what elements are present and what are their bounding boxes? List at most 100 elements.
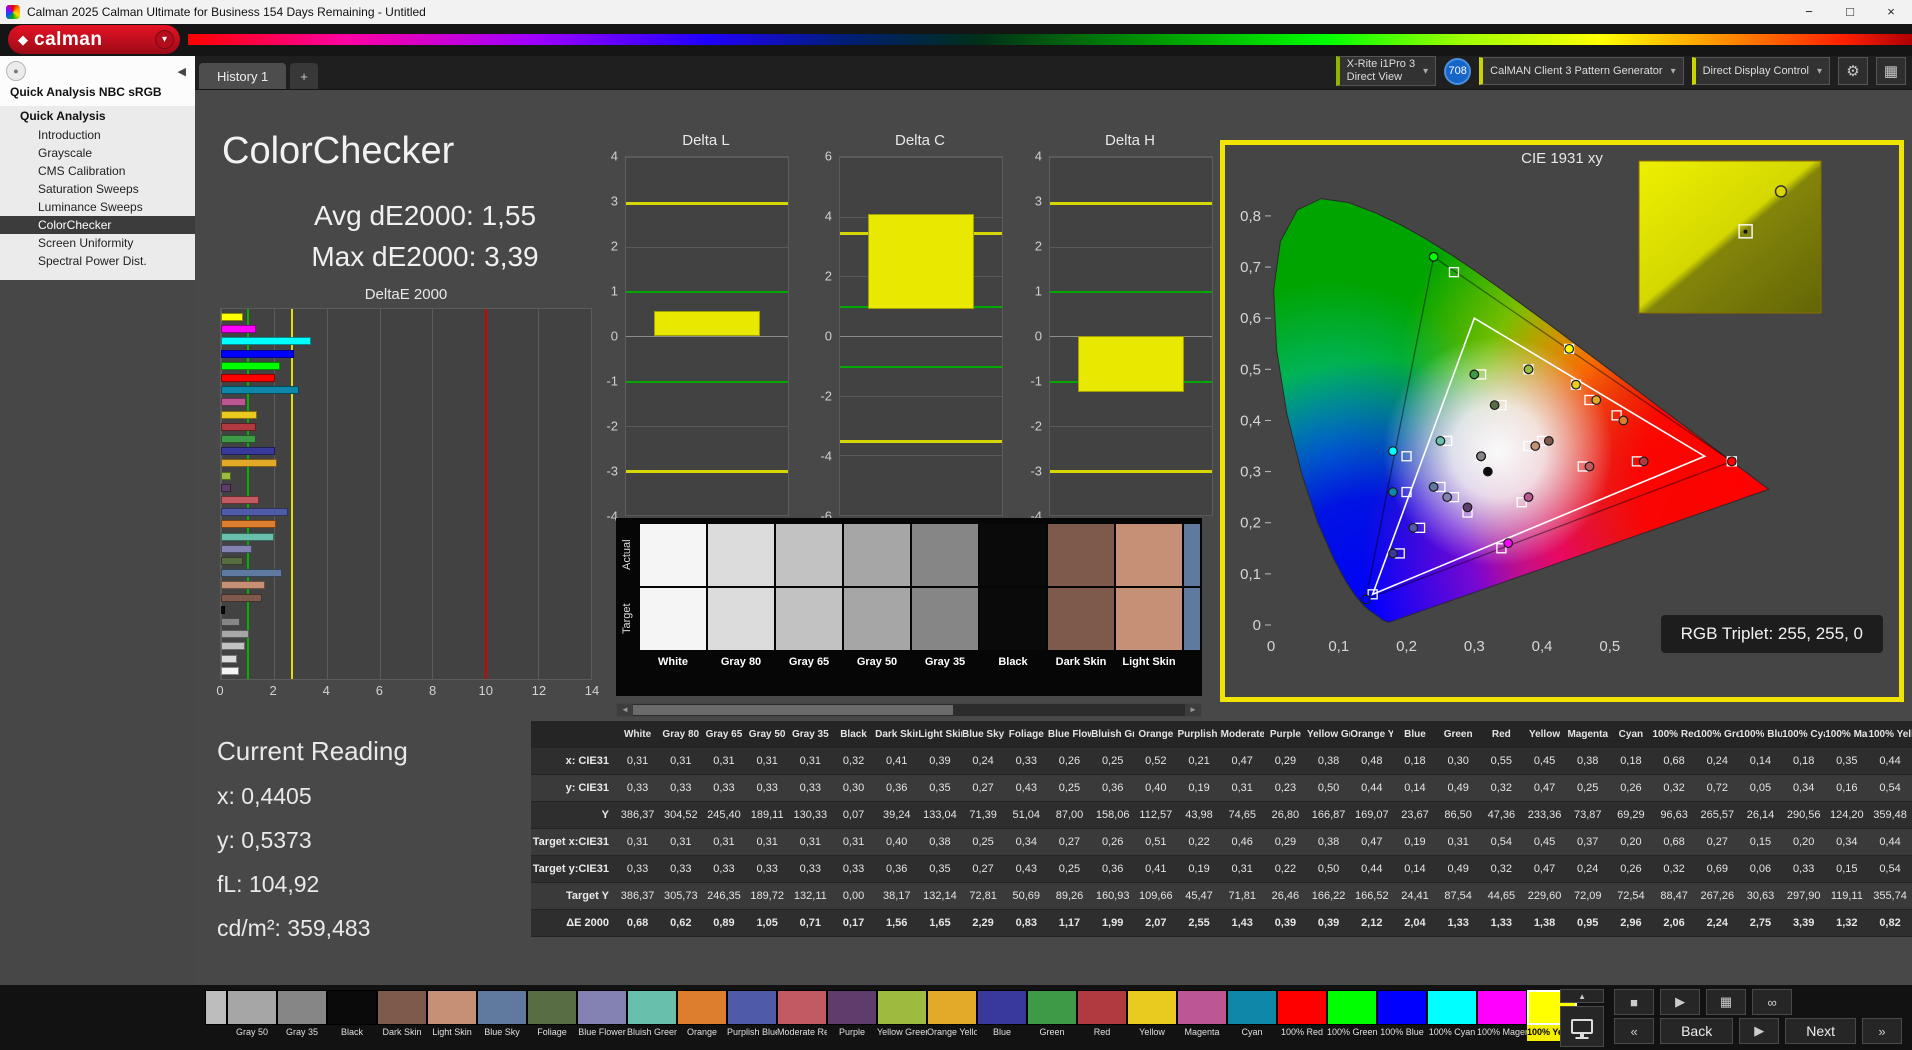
color-swatch-partial [1184, 524, 1200, 586]
axis-tick-label: 0 [216, 683, 224, 698]
scroll-left-icon[interactable]: ◄ [617, 704, 633, 716]
color-swatch [980, 588, 1046, 650]
bar-row [221, 593, 591, 602]
pattern-generator-dropdown[interactable]: CalMAN Client 3 Pattern Generator ▾ [1479, 57, 1684, 85]
first-page-button[interactable]: « [1614, 1018, 1655, 1044]
sidebar-item-spectral-power-dist[interactable]: Spectral Power Dist. [0, 252, 195, 270]
sidebar-item-grayscale[interactable]: Grayscale [0, 144, 195, 162]
sidebar-item-cms-calibration[interactable]: CMS Calibration [0, 162, 195, 180]
palette-item-100-cyan[interactable]: 100% Cyan [1427, 990, 1477, 1041]
palette-item-orange[interactable]: Orange [677, 990, 727, 1041]
palette-item-purplish-blue[interactable]: Purplish Blue [727, 990, 777, 1041]
swatch-row: Target [616, 588, 1202, 650]
table-cell: 89,26 [1055, 890, 1084, 902]
axis-tick-label: 6 [824, 148, 832, 164]
palette-item-yellow[interactable]: Yellow [1127, 990, 1177, 1041]
stop-button[interactable]: ■ [1614, 989, 1655, 1015]
sidebar-item-colorchecker[interactable]: ColorChecker [0, 216, 195, 234]
calman-logo[interactable]: ◆ calman ▾ [8, 25, 180, 54]
settings-gear-button[interactable]: ⚙ [1838, 57, 1868, 85]
meter-mode: Direct View [1346, 71, 1403, 83]
palette-item-black[interactable]: Black [327, 990, 377, 1041]
bar [221, 410, 258, 419]
cie-measured-point [1388, 446, 1398, 457]
add-tab-button[interactable]: + [290, 63, 318, 89]
table-cell: 0,55 [1490, 755, 1513, 767]
row-label: Y [601, 809, 609, 821]
cie-measured-point [1462, 502, 1473, 513]
meter-dropdown[interactable]: X-Rite i1Pro 3 Direct View ▾ [1335, 56, 1437, 86]
next-button[interactable]: Next [1785, 1018, 1856, 1044]
palette-item-light-skin[interactable]: Light Skin [427, 990, 477, 1041]
palette-item-red[interactable]: Red [1077, 990, 1127, 1041]
meter-badge[interactable]: 708 [1444, 57, 1472, 85]
palette-item-100-red[interactable]: 100% Red [1277, 990, 1327, 1041]
palette-item-100-magenta[interactable]: 100% Magenta [1477, 990, 1527, 1041]
close-button[interactable]: × [1874, 0, 1908, 24]
scrollbar-thumb[interactable] [633, 705, 954, 715]
maximize-button[interactable]: □ [1833, 0, 1867, 24]
grid-line [1050, 157, 1212, 158]
table-cell: 39,24 [882, 809, 911, 821]
layout-grid-button[interactable]: ▦ [1876, 57, 1906, 85]
palette-item-gray-50[interactable]: Gray 50 [227, 990, 277, 1041]
axis-tick-label: 0 [1034, 328, 1042, 344]
sidebar-item-quick-analysis[interactable]: Quick Analysis [0, 106, 195, 126]
logo-menu-button[interactable]: ▾ [155, 30, 174, 49]
sidebar-item-luminance-sweeps[interactable]: Luminance Sweeps [0, 198, 195, 216]
palette-item-cyan[interactable]: Cyan [1227, 990, 1277, 1041]
palette-item-magenta[interactable]: Magenta [1177, 990, 1227, 1041]
sidebar-item-screen-uniformity[interactable]: Screen Uniformity [0, 234, 195, 252]
display-preview-button[interactable] [1560, 1006, 1605, 1047]
palette-item-dark-skin[interactable]: Dark Skin [377, 990, 427, 1041]
palette-label: Blue Sky [484, 1027, 520, 1037]
workflow-tree: Introduction Grayscale CMS Calibration Satu… [0, 126, 195, 270]
sidebar-item-introduction[interactable]: Introduction [0, 126, 195, 144]
save-button[interactable]: ▦ [1706, 989, 1747, 1015]
palette-item-blue-flower[interactable]: Blue Flower [577, 990, 627, 1041]
palette-item-yellow-green[interactable]: Yellow Green [877, 990, 927, 1041]
table-cell: 0,29 [1274, 836, 1297, 848]
last-page-button[interactable]: » [1862, 1018, 1902, 1044]
palette-item-bluish-green[interactable]: Bluish Green [627, 990, 677, 1041]
palette-item-100-blue[interactable]: 100% Blue [1377, 990, 1427, 1041]
table-cell: 87,54 [1444, 890, 1472, 902]
sidebar-item-saturation-sweeps[interactable]: Saturation Sweeps [0, 180, 195, 198]
table-cell: 72,81 [969, 890, 997, 902]
bar-row [221, 666, 591, 675]
play-button[interactable]: ▶ [1660, 989, 1701, 1015]
scroll-right-icon[interactable]: ► [1185, 704, 1201, 716]
palette-item-moderate-red[interactable]: Moderate Red [777, 990, 827, 1041]
table-cell: 0,33 [626, 863, 649, 875]
column-header: Bluish Green [1091, 728, 1135, 740]
palette-item-green[interactable]: Green [1027, 990, 1077, 1041]
palette-item-100-green[interactable]: 100% Green [1327, 990, 1377, 1041]
table-cell: 0,31 [713, 755, 735, 767]
read-button[interactable]: ▶ [1739, 1018, 1780, 1044]
palette-item-foliage[interactable]: Foliage [527, 990, 577, 1041]
axis-tick-label: 6 [375, 683, 384, 698]
grid-line [626, 336, 788, 337]
back-button[interactable]: Back [1660, 1018, 1734, 1044]
palette-item-blue-sky[interactable]: Blue Sky [477, 990, 527, 1041]
continuous-measure-button[interactable]: ∞ [1752, 989, 1793, 1015]
swatch-row: Actual [616, 524, 1202, 586]
scrollbar-track[interactable] [633, 704, 1185, 716]
sidebar-collapse-icon[interactable]: ◀ [175, 65, 189, 78]
palette-item-purple[interactable]: Purple [827, 990, 877, 1041]
axis-tick-label: 2 [269, 683, 277, 698]
palette-up-button[interactable]: ▲ [1560, 989, 1605, 1003]
palette-item-gray-35[interactable]: Gray 35 [277, 990, 327, 1041]
column-header: Yellow Green [1307, 728, 1350, 740]
minimize-button[interactable]: − [1792, 0, 1826, 24]
chevron-up-icon: ▲ [1578, 991, 1587, 1001]
palette-item-orange-yellow[interactable]: Orange Yellow [927, 990, 977, 1041]
palette-label: Purplish Blue [727, 1027, 777, 1037]
swatch-scrollbar[interactable]: ◄ ► [616, 703, 1202, 717]
workflow-nav-button[interactable]: ● [6, 61, 26, 81]
tab-history-1[interactable]: History 1 [199, 63, 287, 89]
grid-line [591, 309, 592, 679]
display-control-dropdown[interactable]: Direct Display Control ▾ [1691, 57, 1830, 85]
color-swatch [1277, 990, 1327, 1025]
palette-item-blue[interactable]: Blue [977, 990, 1027, 1041]
